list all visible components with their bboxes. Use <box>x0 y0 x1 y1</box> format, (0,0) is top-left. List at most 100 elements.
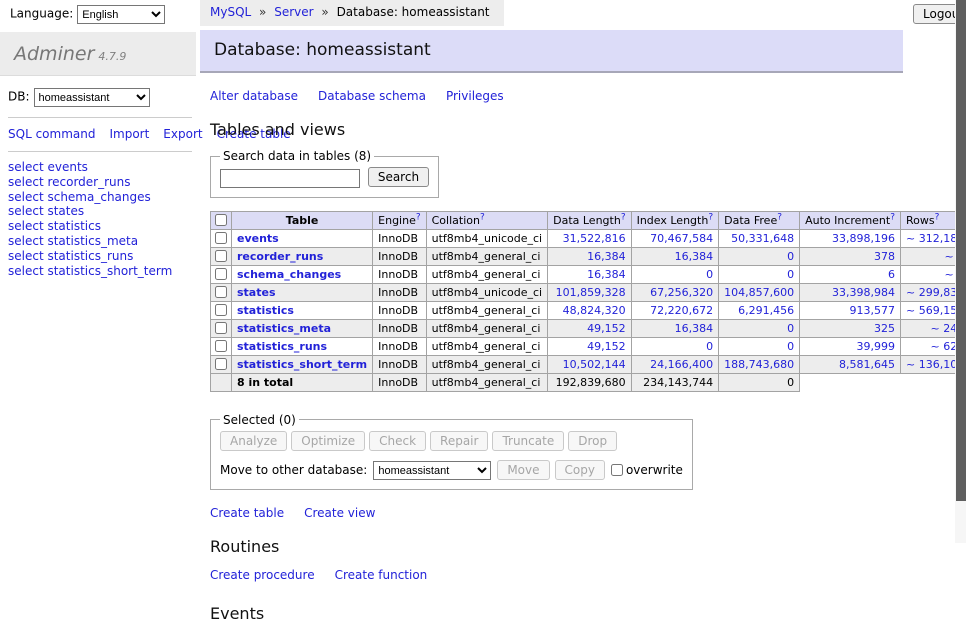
auto-increment-link[interactable]: 378 <box>874 250 895 263</box>
table-link[interactable]: recorder_runs <box>237 250 323 263</box>
data-length-link[interactable]: 31,522,816 <box>563 232 626 245</box>
table-link[interactable]: statistics_meta <box>237 322 331 335</box>
move-button[interactable]: Move <box>497 460 549 480</box>
index-length-link[interactable]: 0 <box>706 340 713 353</box>
select-all-checkbox[interactable] <box>215 214 227 226</box>
copy-button[interactable]: Copy <box>555 460 605 480</box>
language-select[interactable]: English <box>77 5 165 24</box>
table-link[interactable]: statistics_runs <box>237 340 327 353</box>
sidebar-table-link[interactable]: select states <box>8 204 192 219</box>
routine-link[interactable]: Create function <box>335 568 428 582</box>
breadcrumb-link-server[interactable]: Server <box>274 5 313 19</box>
check-button[interactable]: Check <box>369 431 426 451</box>
auto-increment-link[interactable]: 33,898,196 <box>832 232 895 245</box>
auto-increment-link[interactable]: 6 <box>888 268 895 281</box>
index-length-link[interactable]: 16,384 <box>675 322 714 335</box>
index-length-link[interactable]: 24,166,400 <box>650 358 713 371</box>
db-action-link[interactable]: Database schema <box>318 89 426 103</box>
db-action-link[interactable]: Alter database <box>210 89 298 103</box>
index-length-link[interactable]: 16,384 <box>675 250 714 263</box>
data-length-link[interactable]: 16,384 <box>587 250 626 263</box>
auto-increment-link[interactable]: 33,398,984 <box>832 286 895 299</box>
sidebar-table-link[interactable]: select statistics_short_term <box>8 264 192 279</box>
data-free-link[interactable]: 0 <box>787 250 794 263</box>
help-link[interactable]: ? <box>708 212 713 222</box>
optimize-button[interactable]: Optimize <box>291 431 365 451</box>
auto-increment-link[interactable]: 8,581,645 <box>839 358 895 371</box>
auto-increment-link[interactable]: 913,577 <box>850 304 896 317</box>
row-checkbox[interactable] <box>215 340 227 352</box>
app-version[interactable]: 4.7.9 <box>98 50 126 63</box>
data-length-link[interactable]: 10,502,144 <box>563 358 626 371</box>
table-link[interactable]: states <box>237 286 276 299</box>
data-free-link[interactable]: 50,331,648 <box>731 232 794 245</box>
breadcrumb-link-mysql[interactable]: MySQL <box>210 5 251 19</box>
auto-increment-link[interactable]: 325 <box>874 322 895 335</box>
truncate-button[interactable]: Truncate <box>492 431 564 451</box>
row-checkbox[interactable] <box>215 232 227 244</box>
search-input[interactable] <box>220 169 360 188</box>
db-select[interactable]: homeassistant <box>34 88 150 107</box>
data-free-link[interactable]: 6,291,456 <box>738 304 794 317</box>
routine-link[interactable]: Create procedure <box>210 568 315 582</box>
row-checkbox[interactable] <box>215 304 227 316</box>
row-checkbox[interactable] <box>215 286 227 298</box>
help-link[interactable]: ? <box>935 212 940 222</box>
data-length-link[interactable]: 49,152 <box>587 340 626 353</box>
data-free-link[interactable]: 0 <box>787 268 794 281</box>
create-link[interactable]: Create table <box>210 506 284 520</box>
db-action-link[interactable]: Privileges <box>446 89 504 103</box>
help-link[interactable]: ? <box>416 212 421 222</box>
data-length-link[interactable]: 16,384 <box>587 268 626 281</box>
table-link[interactable]: statistics <box>237 304 294 317</box>
help-link[interactable]: ? <box>777 212 782 222</box>
help-link[interactable]: ? <box>890 212 895 222</box>
scrollbar-thumb[interactable] <box>956 0 966 501</box>
table-link[interactable]: events <box>237 232 279 245</box>
data-free-link[interactable]: 0 <box>787 322 794 335</box>
create-link[interactable]: Create view <box>304 506 375 520</box>
sidebar-table-link[interactable]: select statistics_meta <box>8 234 192 249</box>
overwrite-checkbox[interactable] <box>611 464 623 476</box>
engine-cell: InnoDB <box>373 265 426 283</box>
sidebar-tables: select eventsselect recorder_runsselect … <box>8 160 192 279</box>
repair-button[interactable]: Repair <box>430 431 488 451</box>
total-ghost-cell <box>800 373 901 391</box>
sidebar-action-link[interactable]: Import <box>109 127 149 141</box>
sidebar-table-link[interactable]: select statistics <box>8 219 192 234</box>
overwrite-label[interactable]: overwrite <box>626 463 683 477</box>
sidebar-table-link[interactable]: select recorder_runs <box>8 175 192 190</box>
help-link[interactable]: ? <box>621 212 626 222</box>
move-db-select[interactable]: homeassistant <box>373 461 491 480</box>
help-link[interactable]: ? <box>480 212 485 222</box>
drop-button[interactable]: Drop <box>568 431 617 451</box>
index-length-link[interactable]: 70,467,584 <box>650 232 713 245</box>
row-checkbox[interactable] <box>215 250 227 262</box>
table-link[interactable]: statistics_short_term <box>237 358 367 371</box>
sidebar-table-link[interactable]: select statistics_runs <box>8 249 192 264</box>
page-title: Database: homeassistant <box>200 30 903 73</box>
sidebar-action-link[interactable]: Export <box>163 127 202 141</box>
data-free-link[interactable]: 188,743,680 <box>724 358 794 371</box>
data-length-link[interactable]: 101,859,328 <box>556 286 626 299</box>
data-free-link[interactable]: 104,857,600 <box>724 286 794 299</box>
sidebar-table-link[interactable]: select events <box>8 160 192 175</box>
scrollbar-track[interactable] <box>955 0 966 543</box>
index-length-link[interactable]: 72,220,672 <box>650 304 713 317</box>
sidebar-action-link[interactable]: SQL command <box>8 127 95 141</box>
row-checkbox[interactable] <box>215 268 227 280</box>
row-checkbox-cell <box>211 265 232 283</box>
data-free-link[interactable]: 0 <box>787 340 794 353</box>
row-checkbox[interactable] <box>215 358 227 370</box>
table-link[interactable]: schema_changes <box>237 268 341 281</box>
search-button[interactable]: Search <box>368 167 429 187</box>
index-length-link[interactable]: 0 <box>706 268 713 281</box>
row-checkbox[interactable] <box>215 322 227 334</box>
index-length-link[interactable]: 67,256,320 <box>650 286 713 299</box>
auto-increment-link[interactable]: 39,999 <box>857 340 896 353</box>
auto-increment-cell: 8,581,645 <box>800 355 901 373</box>
analyze-button[interactable]: Analyze <box>220 431 287 451</box>
data-length-link[interactable]: 48,824,320 <box>563 304 626 317</box>
sidebar-table-link[interactable]: select schema_changes <box>8 190 192 205</box>
data-length-link[interactable]: 49,152 <box>587 322 626 335</box>
